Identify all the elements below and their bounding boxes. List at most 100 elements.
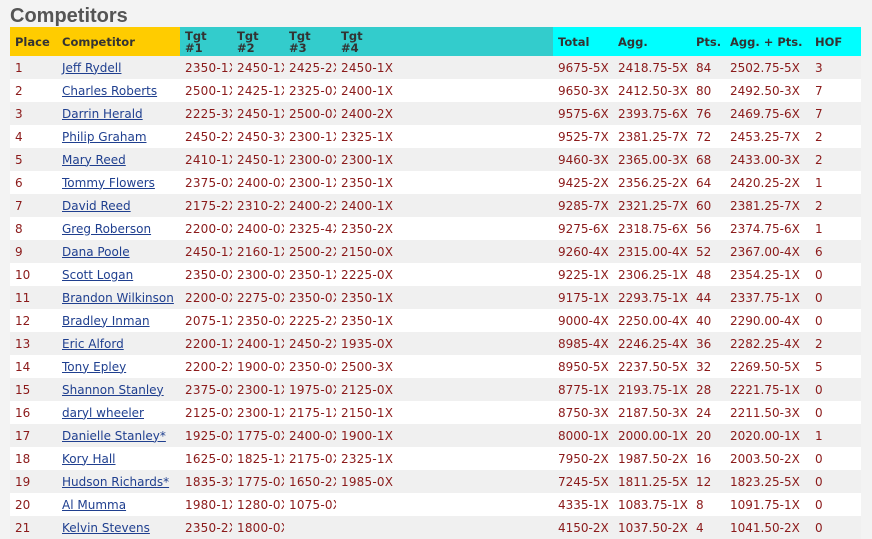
competitor: Hudson Richards* xyxy=(57,470,180,493)
aggregate-plus-points: 2502.75-5X xyxy=(725,56,810,79)
competitor-link[interactable]: David Reed xyxy=(62,199,131,213)
competitor-link[interactable]: daryl wheeler xyxy=(62,406,144,420)
hof-count: 2 xyxy=(810,148,861,171)
target-1-score: 1625-0X xyxy=(180,447,232,470)
aggregate-score: 2393.75-6X xyxy=(613,102,691,125)
target-1-score: 2350-0X xyxy=(180,263,232,286)
competitor-link[interactable]: Bradley Inman xyxy=(62,314,150,328)
total-score: 8775-1X xyxy=(553,378,613,401)
place: 6 xyxy=(10,171,57,194)
target-1-score: 2375-0X xyxy=(180,378,232,401)
total-score: 9260-4X xyxy=(553,240,613,263)
place: 5 xyxy=(10,148,57,171)
competitor-link[interactable]: Hudson Richards* xyxy=(62,475,169,489)
target-2-score: 2300-1X xyxy=(232,378,284,401)
points: 80 xyxy=(691,79,725,102)
table-row: 10 Scott Logan 2350-0X 2300-0X 2350-1X 2225-0… xyxy=(10,263,861,286)
points: 60 xyxy=(691,194,725,217)
hof-count: 0 xyxy=(810,263,861,286)
total-score: 9650-3X xyxy=(553,79,613,102)
target-3-score: 2350-1X xyxy=(284,263,336,286)
points: 72 xyxy=(691,125,725,148)
competitor-link[interactable]: Dana Poole xyxy=(62,245,130,259)
target-4-score xyxy=(336,493,553,516)
aggregate-score: 2365.00-3X xyxy=(613,148,691,171)
header-tgt-4-line2: #4 xyxy=(341,40,359,55)
points: 12 xyxy=(691,470,725,493)
points: 84 xyxy=(691,56,725,79)
points: 16 xyxy=(691,447,725,470)
points: 28 xyxy=(691,378,725,401)
header-tgt-3-line2: #3 xyxy=(289,40,307,55)
target-2-score: 2400-0X xyxy=(232,171,284,194)
competitor-link[interactable]: Mary Reed xyxy=(62,153,126,167)
aggregate-plus-points: 1041.50-2X xyxy=(725,516,810,539)
competitor-link[interactable]: Tony Epley xyxy=(62,360,126,374)
target-4-score: 2150-0X xyxy=(336,240,553,263)
competitor: Dana Poole xyxy=(57,240,180,263)
points: 36 xyxy=(691,332,725,355)
competitor-link[interactable]: Philip Graham xyxy=(62,130,147,144)
aggregate-plus-points: 2269.50-5X xyxy=(725,355,810,378)
target-3-score: 1975-0X xyxy=(284,378,336,401)
aggregate-plus-points: 2354.25-1X xyxy=(725,263,810,286)
hof-count: 5 xyxy=(810,355,861,378)
target-1-score: 2200-1X xyxy=(180,332,232,355)
aggregate-score: 2306.25-1X xyxy=(613,263,691,286)
aggregate-plus-points: 2003.50-2X xyxy=(725,447,810,470)
competitor-link[interactable]: Shannon Stanley xyxy=(62,383,164,397)
competitor-link[interactable]: Al Mumma xyxy=(62,498,126,512)
competitor: Bradley Inman xyxy=(57,309,180,332)
aggregate-plus-points: 2221.75-1X xyxy=(725,378,810,401)
points: 76 xyxy=(691,102,725,125)
competitor-link[interactable]: Darrin Herald xyxy=(62,107,143,121)
target-3-score: 2500-0X xyxy=(284,102,336,125)
target-1-score: 1980-1X xyxy=(180,493,232,516)
target-2-score: 1825-1X xyxy=(232,447,284,470)
target-2-score: 1900-0X xyxy=(232,355,284,378)
points: 4 xyxy=(691,516,725,539)
competitor-link[interactable]: Danielle Stanley* xyxy=(62,429,166,443)
header-tgt-3: Tgt #3 xyxy=(284,27,336,56)
hof-count: 0 xyxy=(810,470,861,493)
total-score: 8750-3X xyxy=(553,401,613,424)
target-2-score: 2400-1X xyxy=(232,332,284,355)
aggregate-score: 2318.75-6X xyxy=(613,217,691,240)
target-4-score: 2325-1X xyxy=(336,125,553,148)
place: 14 xyxy=(10,355,57,378)
target-3-score: 2500-2X xyxy=(284,240,336,263)
competitor-link[interactable]: Eric Alford xyxy=(62,337,124,351)
header-tgt-2-line2: #2 xyxy=(237,40,255,55)
target-2-score: 2450-3X xyxy=(232,125,284,148)
target-2-score: 1280-0X xyxy=(232,493,284,516)
competitor-link[interactable]: Greg Roberson xyxy=(62,222,151,236)
competitor-link[interactable]: Jeff Rydell xyxy=(62,61,121,75)
competitor-link[interactable]: Charles Roberts xyxy=(62,84,157,98)
target-2-score: 2450-1X xyxy=(232,56,284,79)
competitor-link[interactable]: Scott Logan xyxy=(62,268,133,282)
competitor: Shannon Stanley xyxy=(57,378,180,401)
aggregate-plus-points: 2469.75-6X xyxy=(725,102,810,125)
competitor: Tony Epley xyxy=(57,355,180,378)
aggregate-score: 1037.50-2X xyxy=(613,516,691,539)
competitor-link[interactable]: Kory Hall xyxy=(62,452,116,466)
place: 15 xyxy=(10,378,57,401)
competitor: daryl wheeler xyxy=(57,401,180,424)
points: 64 xyxy=(691,171,725,194)
target-2-score: 2400-0X xyxy=(232,217,284,240)
table-row: 18 Kory Hall 1625-0X 1825-1X 2175-0X 2325-1X 7… xyxy=(10,447,861,470)
target-4-score: 2350-1X xyxy=(336,309,553,332)
target-2-score: 2300-0X xyxy=(232,263,284,286)
total-score: 7245-5X xyxy=(553,470,613,493)
competitor-link[interactable]: Kelvin Stevens xyxy=(62,521,150,535)
competitor-link[interactable]: Tommy Flowers xyxy=(62,176,155,190)
hof-count: 1 xyxy=(810,217,861,240)
total-score: 4335-1X xyxy=(553,493,613,516)
aggregate-score: 2356.25-2X xyxy=(613,171,691,194)
table-row: 4 Philip Graham 2450-2X 2450-3X 2300-1X 2325-… xyxy=(10,125,861,148)
competitor-link[interactable]: Brandon Wilkinson xyxy=(62,291,174,305)
hof-count: 0 xyxy=(810,516,861,539)
target-2-score: 2450-1X xyxy=(232,148,284,171)
target-1-score: 2200-0X xyxy=(180,286,232,309)
target-4-score: 2500-3X xyxy=(336,355,553,378)
